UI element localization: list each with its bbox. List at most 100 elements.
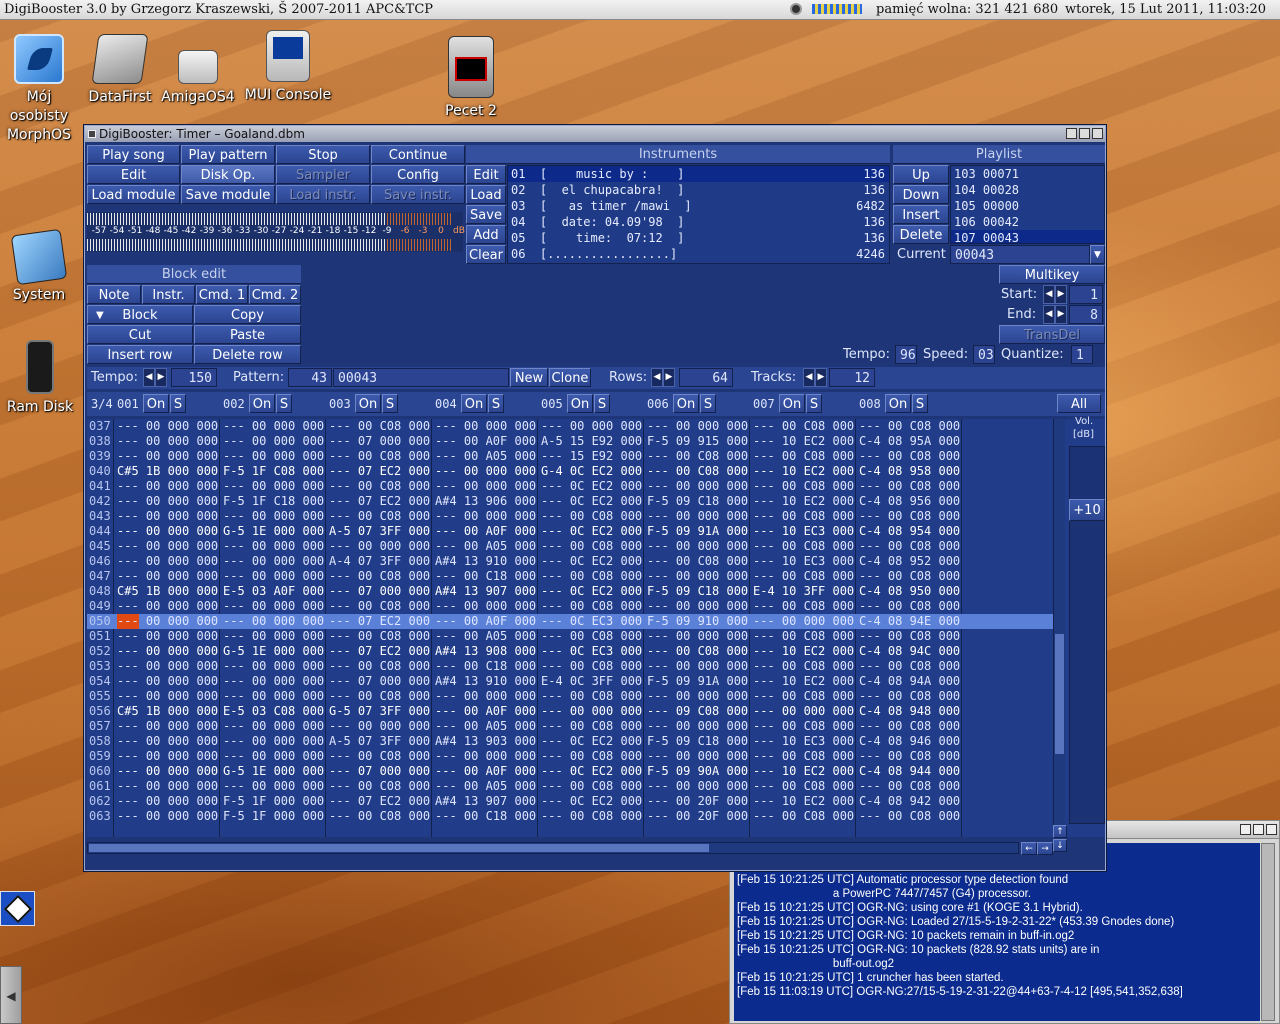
instrument-load-button[interactable]: Load bbox=[466, 185, 506, 204]
instrument-row[interactable]: 01 [ music by : ] 136 bbox=[508, 166, 889, 182]
pattern-row[interactable]: 045 --- 00 000 000 --- 00 000 000 --- 00 00… bbox=[87, 539, 1053, 554]
track-cell[interactable]: --- 07 EC2 000 bbox=[329, 464, 430, 479]
block-note-toggle[interactable]: Note bbox=[87, 285, 141, 304]
track-cell[interactable]: --- 10 EC3 000 bbox=[753, 524, 854, 539]
track-cell[interactable]: C-4 08 948 000 bbox=[859, 704, 960, 719]
pattern-editor[interactable]: 037 --- 00 000 000 --- 00 000 000 --- 00 C0… bbox=[87, 419, 1053, 837]
track-cell[interactable]: --- 00 C08 000 bbox=[753, 449, 854, 464]
tempo-stepper[interactable]: ◀ ▶ bbox=[143, 368, 167, 387]
track-cell[interactable]: --- 00 C08 000 bbox=[753, 539, 854, 554]
status-quantize-value[interactable]: 1 bbox=[1071, 345, 1093, 364]
track-cell[interactable]: --- 00 C08 000 bbox=[859, 449, 960, 464]
track-cell[interactable]: --- 00 C08 000 bbox=[753, 479, 854, 494]
track-cell[interactable]: --- 0C EC2 000 bbox=[541, 524, 642, 539]
track-cell[interactable]: --- 00 000 000 bbox=[329, 719, 430, 734]
pattern-row[interactable]: 048 C#5 1B 000 000 E-5 03 A0F 000 --- 07 00… bbox=[87, 584, 1053, 599]
track-cell[interactable]: --- 00 000 000 bbox=[647, 719, 748, 734]
depth-icon[interactable] bbox=[1266, 824, 1277, 835]
scroll-down-icon[interactable]: ↓ bbox=[1053, 839, 1067, 852]
load-instrument-button[interactable]: Load instr. bbox=[276, 185, 370, 204]
start-stepper[interactable]: ◀ ▶ bbox=[1043, 285, 1067, 304]
track-cell[interactable]: --- 00 000 000 bbox=[223, 449, 324, 464]
arrow-left-icon[interactable]: ◀ bbox=[651, 368, 663, 387]
track-cell[interactable]: --- 07 000 000 bbox=[329, 674, 430, 689]
track-cell[interactable]: A#4 13 910 000 bbox=[435, 554, 536, 569]
track-cell[interactable]: --- 00 C08 000 bbox=[753, 659, 854, 674]
track-cell[interactable]: --- 00 000 000 bbox=[435, 419, 536, 434]
track-cell[interactable]: --- 00 20F 000 bbox=[647, 809, 748, 824]
track-cell[interactable]: --- 00 C08 000 bbox=[541, 689, 642, 704]
track-cell[interactable]: --- 00 000 000 bbox=[117, 779, 218, 794]
track-cell[interactable]: F-5 09 C18 000 bbox=[647, 494, 748, 509]
track-cell[interactable]: --- 00 000 000 bbox=[329, 539, 430, 554]
pattern-row[interactable]: 062 --- 00 000 000 F-5 1F 000 000 --- 07 EC… bbox=[87, 794, 1053, 809]
track-cell[interactable]: --- 00 000 000 bbox=[435, 689, 536, 704]
track-cell[interactable]: --- 00 000 000 bbox=[117, 629, 218, 644]
hscroll-thumb[interactable] bbox=[89, 844, 709, 852]
track-solo-toggle[interactable]: S bbox=[382, 394, 398, 413]
track-solo-toggle[interactable]: S bbox=[912, 394, 928, 413]
track-cell[interactable]: --- 00 C08 000 bbox=[859, 629, 960, 644]
track-cell[interactable]: --- 15 E92 000 bbox=[541, 449, 642, 464]
track-cell[interactable]: --- 00 000 000 bbox=[117, 509, 218, 524]
track-cell[interactable]: --- 00 A0F 000 bbox=[435, 764, 536, 779]
track-cell[interactable]: C-4 08 954 000 bbox=[859, 524, 960, 539]
instrument-row[interactable]: 05 [ time: 07:12 ] 136 bbox=[508, 230, 889, 246]
track-cell[interactable]: --- 10 EC2 000 bbox=[753, 494, 854, 509]
track-cell[interactable]: --- 00 C18 000 bbox=[435, 659, 536, 674]
pattern-row[interactable]: 046 --- 00 000 000 --- 00 000 000 A-4 07 3F… bbox=[87, 554, 1053, 569]
track-cell[interactable]: A#4 13 907 000 bbox=[435, 794, 536, 809]
track-cell[interactable]: A-5 07 3FF 000 bbox=[329, 734, 430, 749]
track-cell[interactable]: --- 00 000 000 bbox=[753, 704, 854, 719]
rows-field[interactable]: 64 bbox=[679, 368, 733, 387]
arrow-right-icon[interactable]: ▶ bbox=[1055, 305, 1067, 324]
track-cell[interactable]: --- 00 C08 000 bbox=[647, 449, 748, 464]
track-cell[interactable]: --- 00 000 000 bbox=[647, 629, 748, 644]
track-cell[interactable]: --- 00 000 000 bbox=[117, 434, 218, 449]
track-cell[interactable]: --- 00 C08 000 bbox=[859, 659, 960, 674]
track-cell[interactable]: --- 00 C08 000 bbox=[541, 509, 642, 524]
track-cell[interactable]: --- 00 000 000 bbox=[435, 479, 536, 494]
track-cell[interactable]: --- 00 000 000 bbox=[223, 749, 324, 764]
track-cell[interactable]: --- 00 000 000 bbox=[223, 419, 324, 434]
track-cell[interactable]: --- 00 A0F 000 bbox=[435, 704, 536, 719]
track-cell[interactable]: --- 00 000 000 bbox=[117, 674, 218, 689]
track-cell[interactable]: --- 00 000 000 bbox=[541, 704, 642, 719]
track-cell[interactable]: --- 00 000 000 bbox=[223, 614, 324, 629]
track-cell[interactable]: --- 00 C08 000 bbox=[859, 569, 960, 584]
track-cell[interactable]: --- 00 C08 000 bbox=[753, 779, 854, 794]
pattern-row[interactable]: 037 --- 00 000 000 --- 00 000 000 --- 00 C0… bbox=[87, 419, 1053, 434]
track-on-toggle[interactable]: On bbox=[567, 394, 593, 413]
track-cell[interactable]: --- 00 000 000 bbox=[117, 449, 218, 464]
instrument-clear-button[interactable]: Clear bbox=[466, 245, 506, 264]
track-cell[interactable]: F-5 1F 000 000 bbox=[223, 809, 324, 824]
scroll-thumb[interactable] bbox=[1055, 634, 1064, 754]
track-cell[interactable]: F-5 09 910 000 bbox=[647, 614, 748, 629]
track-cell[interactable]: --- 10 EC2 000 bbox=[753, 794, 854, 809]
tracks-field[interactable]: 12 bbox=[829, 368, 875, 387]
pattern-row[interactable]: 042 --- 00 000 000 F-5 1F C18 000 --- 07 EC… bbox=[87, 494, 1053, 509]
arrow-left-icon[interactable]: ◀ bbox=[1043, 305, 1055, 324]
track-cell[interactable]: A#4 13 907 000 bbox=[435, 584, 536, 599]
depth-icon[interactable] bbox=[1092, 128, 1103, 139]
track-cell[interactable]: --- 00 C08 000 bbox=[329, 689, 430, 704]
track-cell[interactable]: --- 0C EC3 000 bbox=[541, 614, 642, 629]
sampler-button[interactable]: Sampler bbox=[276, 165, 370, 184]
track-cell[interactable]: --- 0C EC2 000 bbox=[541, 479, 642, 494]
speaker-icon[interactable] bbox=[790, 3, 802, 15]
track-cell[interactable]: --- 00 C08 000 bbox=[753, 689, 854, 704]
pattern-row[interactable]: 057 --- 00 000 000 --- 00 000 000 --- 00 00… bbox=[87, 719, 1053, 734]
track-cell[interactable]: --- 00 000 000 bbox=[117, 539, 218, 554]
iconify-icon[interactable] bbox=[1066, 128, 1077, 139]
block-cmd2-toggle[interactable]: Cmd. 2 bbox=[249, 285, 301, 304]
track-cell[interactable]: --- 00 000 000 bbox=[435, 509, 536, 524]
arrow-right-icon[interactable]: ▶ bbox=[155, 368, 167, 387]
transdel-button[interactable]: TransDel bbox=[999, 325, 1105, 344]
track-cell[interactable]: --- 00 000 000 bbox=[647, 599, 748, 614]
playlist-row[interactable]: 105 00000 bbox=[951, 198, 1104, 214]
console-scrollbar[interactable] bbox=[1261, 843, 1275, 1021]
pattern-row[interactable]: 060 --- 00 000 000 G-5 1E 000 000 --- 07 00… bbox=[87, 764, 1053, 779]
track-cell[interactable]: --- 00 000 000 bbox=[117, 689, 218, 704]
desktop-icon-pecet2[interactable]: Pecet 2 bbox=[436, 36, 506, 121]
track-solo-toggle[interactable]: S bbox=[488, 394, 504, 413]
